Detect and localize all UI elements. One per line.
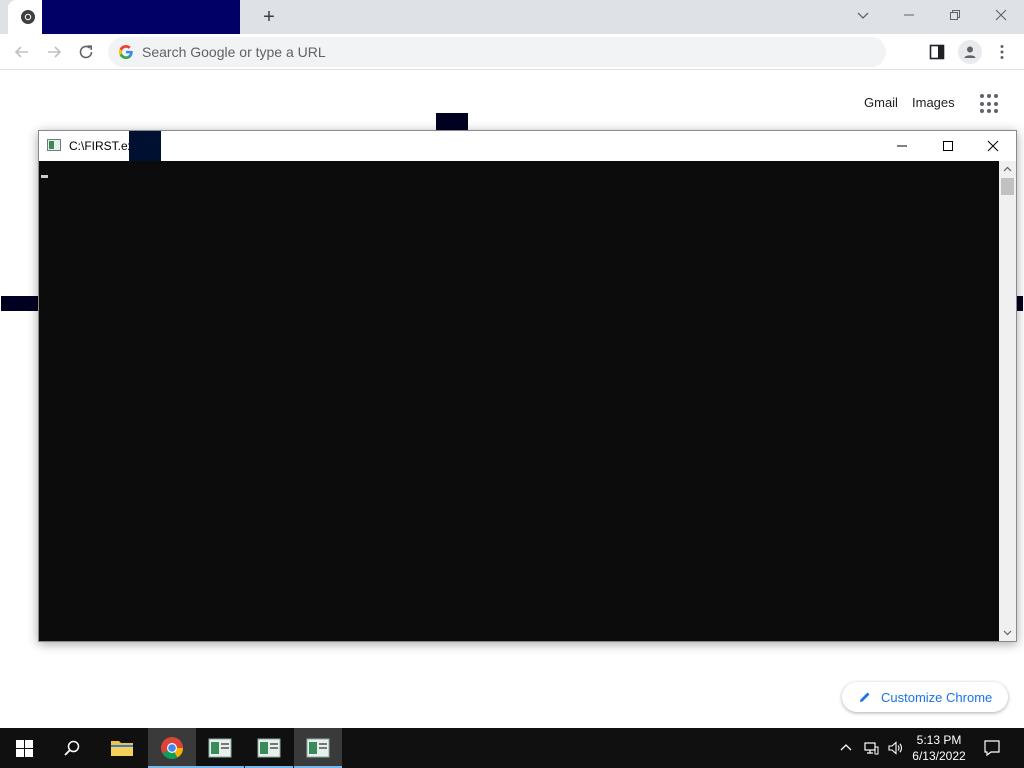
browser-tab-strip: + bbox=[0, 0, 1024, 34]
volume-tray-button[interactable] bbox=[885, 738, 905, 758]
reload-button[interactable] bbox=[72, 38, 100, 66]
windows-logo-icon bbox=[15, 739, 33, 757]
console-output-area[interactable] bbox=[39, 161, 999, 641]
chevron-up-icon bbox=[840, 744, 852, 751]
network-tray-button[interactable] bbox=[861, 738, 881, 758]
new-tab-button[interactable]: + bbox=[256, 5, 282, 29]
search-icon bbox=[64, 740, 80, 756]
close-icon bbox=[987, 140, 999, 152]
arrow-left-icon bbox=[14, 46, 28, 58]
network-icon bbox=[864, 742, 879, 755]
chrome-logo-icon bbox=[161, 737, 183, 759]
chevron-down-icon bbox=[1003, 630, 1012, 636]
action-center-button[interactable] bbox=[980, 736, 1004, 760]
console-taskbar-button-1[interactable] bbox=[196, 728, 244, 768]
text-cursor bbox=[41, 175, 48, 178]
reload-icon bbox=[79, 45, 93, 59]
redacted-strip-left bbox=[1, 296, 41, 311]
minimize-icon bbox=[904, 14, 914, 16]
clock-time: 5:13 PM bbox=[916, 733, 962, 747]
speaker-icon bbox=[888, 741, 902, 755]
address-input[interactable] bbox=[142, 37, 832, 67]
chevron-up-icon bbox=[1003, 166, 1012, 172]
side-panel-icon[interactable] bbox=[928, 43, 946, 61]
window-minimize-button[interactable] bbox=[886, 0, 932, 30]
console-app-icon bbox=[306, 738, 330, 758]
taskbar-clock[interactable]: 5:13 PM 6/13/2022 bbox=[906, 732, 972, 764]
chrome-taskbar-button[interactable] bbox=[148, 728, 196, 768]
tab-search-button[interactable] bbox=[840, 0, 886, 30]
customize-chrome-label: Customize Chrome bbox=[881, 689, 993, 705]
window-restore-button[interactable] bbox=[932, 0, 978, 30]
scroll-up-button[interactable] bbox=[999, 161, 1016, 178]
console-close-button[interactable] bbox=[970, 131, 1016, 161]
window-close-button[interactable] bbox=[978, 0, 1024, 30]
console-taskbar-button-2[interactable] bbox=[245, 728, 293, 768]
clock-date: 6/13/2022 bbox=[912, 749, 966, 763]
forward-button[interactable] bbox=[40, 38, 68, 66]
title-redacted-block bbox=[129, 131, 161, 161]
maximize-icon bbox=[943, 141, 953, 151]
profile-avatar-button[interactable] bbox=[958, 40, 982, 64]
arrow-right-icon bbox=[48, 46, 62, 58]
console-app-icon bbox=[208, 738, 232, 758]
console-maximize-button[interactable] bbox=[925, 131, 971, 161]
console-app-icon bbox=[257, 738, 281, 758]
tab-title-redacted bbox=[42, 0, 240, 34]
browser-tab-active[interactable] bbox=[8, 0, 240, 34]
customize-chrome-button[interactable]: Customize Chrome bbox=[842, 682, 1008, 712]
console-titlebar[interactable]: C:\FIRST.exe bbox=[39, 131, 1016, 161]
browser-toolbar bbox=[0, 34, 1024, 94]
back-button[interactable] bbox=[8, 38, 36, 66]
images-link[interactable]: Images bbox=[912, 95, 955, 110]
close-icon bbox=[995, 9, 1007, 21]
chrome-tab-favicon-icon bbox=[21, 10, 35, 24]
search-button[interactable] bbox=[48, 728, 96, 768]
minimize-icon bbox=[897, 145, 907, 147]
file-explorer-button[interactable] bbox=[98, 728, 146, 768]
google-g-icon bbox=[119, 45, 133, 59]
console-window[interactable]: C:\FIRST.exe bbox=[38, 130, 1017, 642]
person-icon bbox=[964, 46, 976, 58]
console-vertical-scrollbar[interactable] bbox=[999, 161, 1016, 641]
scroll-thumb[interactable] bbox=[1001, 178, 1014, 195]
start-button[interactable] bbox=[0, 728, 48, 768]
show-hidden-icons-button[interactable] bbox=[836, 738, 856, 758]
address-bar[interactable] bbox=[108, 37, 886, 67]
pencil-icon bbox=[860, 692, 870, 702]
scroll-down-button[interactable] bbox=[999, 624, 1016, 641]
windows-taskbar: 5:13 PM 6/13/2022 bbox=[0, 728, 1024, 768]
google-apps-icon[interactable] bbox=[980, 94, 1000, 114]
gmail-link[interactable]: Gmail bbox=[864, 95, 898, 110]
chevron-down-icon bbox=[857, 12, 869, 19]
notification-icon bbox=[984, 740, 1000, 757]
folder-icon bbox=[111, 741, 133, 756]
restore-icon bbox=[950, 10, 960, 20]
more-vert-icon[interactable] bbox=[993, 43, 1011, 61]
console-minimize-button[interactable] bbox=[879, 131, 925, 161]
console-app-icon bbox=[47, 139, 61, 151]
console-taskbar-button-3[interactable] bbox=[294, 728, 342, 768]
